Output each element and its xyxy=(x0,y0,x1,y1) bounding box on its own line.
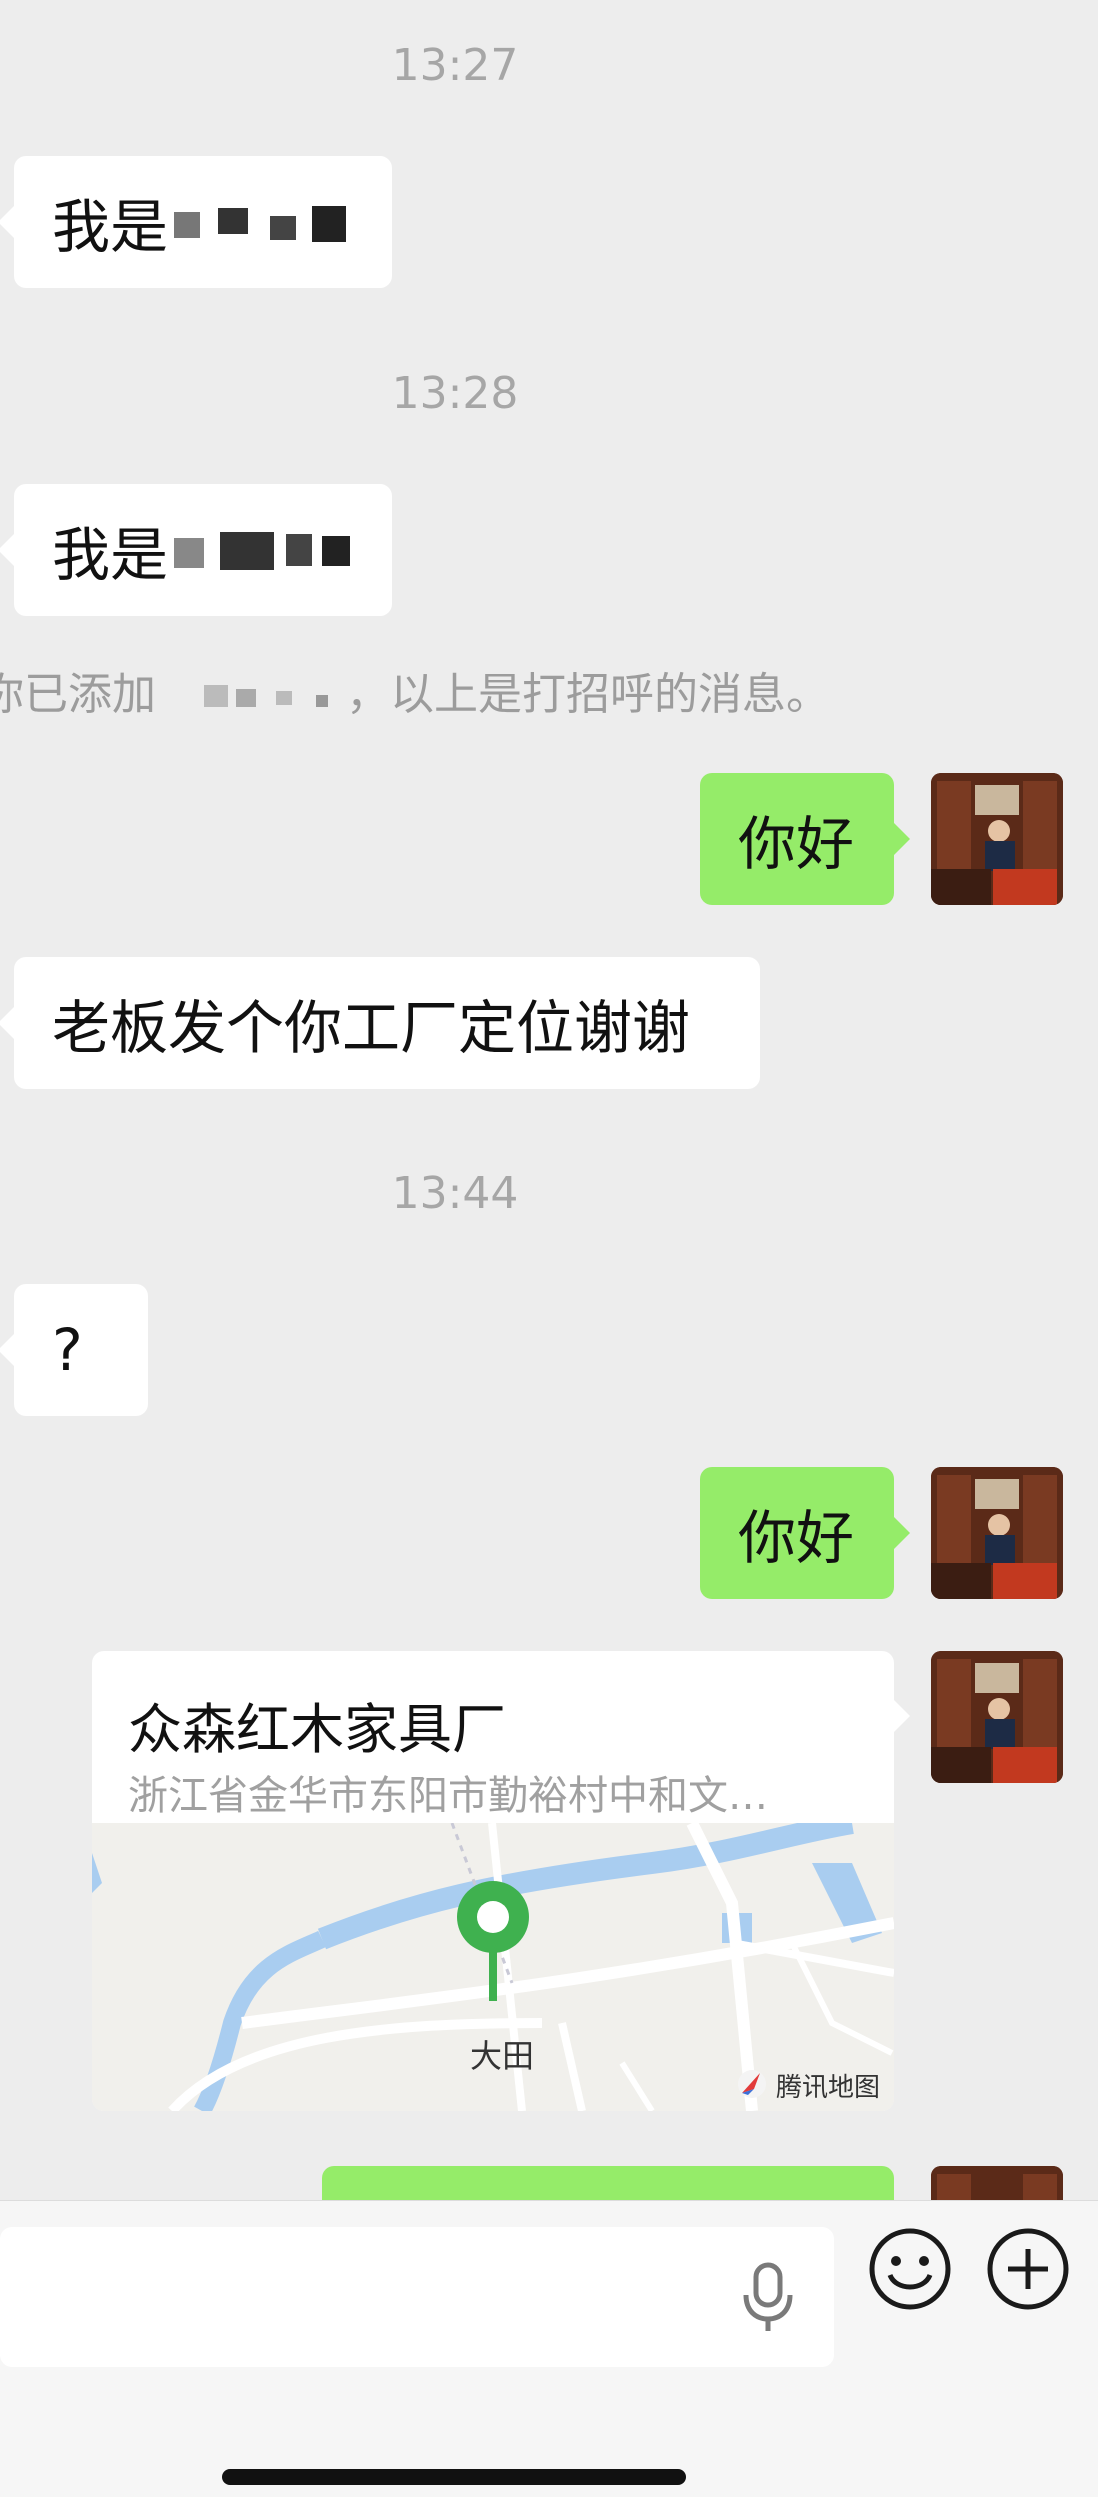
system-notice: 你已添加 ，以上是打招呼的消息。 xyxy=(0,669,830,720)
map-brand-label: 腾讯地图 xyxy=(776,2073,881,2103)
avatar[interactable] xyxy=(931,1651,1063,1783)
location-card[interactable]: 众森红木家具厂 浙江省金华市东阳市勤裕村中和文… 大田 腾讯地图 xyxy=(92,1651,894,2111)
message-sent[interactable]: 你好 xyxy=(700,773,910,905)
avatar[interactable] xyxy=(931,2166,1063,2200)
avatar[interactable] xyxy=(931,1467,1063,1599)
location-address: 浙江省金华市东阳市勤裕村中和文… xyxy=(128,1773,768,1819)
location-title: 众森红木家具厂 xyxy=(128,1698,506,1761)
avatar-image xyxy=(931,1651,1063,1783)
message-text: ? xyxy=(52,1316,83,1384)
message-received[interactable]: 我是 xyxy=(0,484,392,616)
redacted-text xyxy=(174,202,354,242)
message-received[interactable]: 老板发个你工厂定位谢谢 xyxy=(0,957,760,1089)
chat-area[interactable]: 13:27 我是 13:28 我是 你已添加 ，以上是打招呼的消息。 你好 老板… xyxy=(0,0,1098,2200)
home-indicator[interactable] xyxy=(222,2469,686,2485)
message-text: 我是 xyxy=(52,521,169,589)
plus-icon[interactable] xyxy=(984,2225,1072,2313)
avatar-image xyxy=(931,2166,1063,2200)
message-input[interactable] xyxy=(0,2227,834,2367)
message-text: 老板发个你工厂定位谢谢 xyxy=(52,994,691,1062)
message-received[interactable]: ? xyxy=(0,1284,148,1416)
location-card-tail xyxy=(894,1700,910,1732)
message-received[interactable]: 我是 xyxy=(0,156,392,288)
location-map[interactable]: 大田 腾讯地图 xyxy=(92,1812,894,2111)
message-text: 你好 xyxy=(738,1504,855,1572)
message-text: 我是 xyxy=(52,193,169,261)
microphone-icon[interactable] xyxy=(736,2261,800,2333)
map-place-label: 大田 xyxy=(470,2037,535,2075)
message-text: 你好 xyxy=(738,810,855,878)
message-sent[interactable] xyxy=(322,2166,894,2200)
message-sent[interactable]: 你好 xyxy=(700,1467,910,1599)
timestamp: 13:28 xyxy=(391,368,519,419)
timestamp: 13:44 xyxy=(391,1168,519,1219)
redacted-text xyxy=(156,679,346,715)
timestamp: 13:27 xyxy=(391,40,519,91)
avatar[interactable] xyxy=(931,773,1063,905)
composer-bar xyxy=(0,2200,1098,2497)
avatar-image xyxy=(931,1467,1063,1599)
avatar-image xyxy=(931,773,1063,905)
emoji-icon[interactable] xyxy=(866,2225,954,2313)
redacted-text xyxy=(174,530,354,570)
